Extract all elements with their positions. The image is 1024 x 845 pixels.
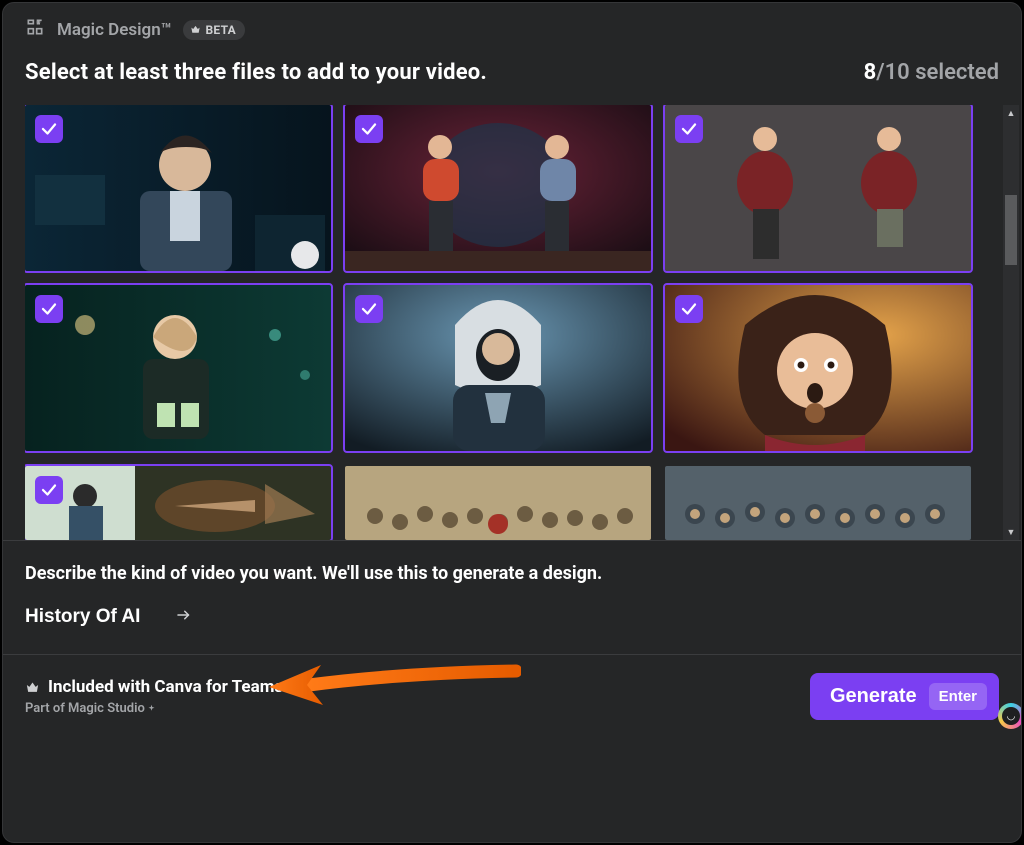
sparkle-icon [147, 704, 156, 713]
checkbox-icon [35, 295, 63, 323]
media-gallery[interactable] [25, 105, 975, 540]
media-thumb-5[interactable] [345, 285, 651, 451]
magic-design-icon [25, 17, 45, 42]
media-thumb-8[interactable] [345, 466, 651, 540]
crown-icon [25, 680, 40, 695]
included-with-label: Included with Canva for Teams [25, 677, 283, 697]
scroll-up-button[interactable]: ▲ [1003, 105, 1019, 121]
media-thumb-2[interactable] [345, 105, 651, 271]
describe-label: Describe the kind of video you want. We'… [25, 563, 999, 584]
describe-section: Describe the kind of video you want. We'… [3, 540, 1021, 654]
checkbox-icon [675, 295, 703, 323]
generate-button[interactable]: Generate Enter [810, 673, 999, 720]
scroll-thumb[interactable] [1005, 195, 1017, 265]
media-thumb-6[interactable] [665, 285, 971, 451]
arrow-right-icon [175, 606, 193, 628]
media-thumb-4[interactable] [25, 285, 331, 451]
assistant-badge[interactable]: ◡ [998, 703, 1022, 729]
gallery-scrollbar[interactable]: ▲ ▼ [1003, 105, 1019, 540]
crown-icon [190, 24, 201, 35]
checkbox-icon [35, 476, 63, 504]
panel-header: Magic Design™ BETA [3, 3, 1021, 52]
beta-badge: BETA [183, 20, 245, 40]
magic-design-panel: Magic Design™ BETA Select at least three… [2, 2, 1022, 843]
checkbox-icon [675, 115, 703, 143]
checkbox-icon [35, 115, 63, 143]
media-thumb-3[interactable] [665, 105, 971, 271]
checkbox-icon [355, 295, 383, 323]
prompt-input[interactable] [25, 606, 165, 628]
scroll-down-button[interactable]: ▼ [1003, 524, 1019, 540]
media-thumb-9[interactable] [665, 466, 971, 540]
media-thumb-7[interactable] [25, 466, 331, 540]
media-thumb-1[interactable] [25, 105, 331, 271]
panel-footer: Included with Canva for Teams Part of Ma… [3, 654, 1021, 742]
checkbox-icon [355, 115, 383, 143]
panel-title: Magic Design™ [57, 20, 171, 40]
selection-header: Select at least three files to add to yo… [3, 52, 1021, 105]
gallery-wrapper: ▲ ▼ [25, 105, 1021, 540]
selection-instruction: Select at least three files to add to yo… [25, 60, 487, 85]
enter-key-chip: Enter [929, 683, 987, 710]
selection-counter: 8/10 selected [864, 60, 999, 85]
part-of-label: Part of Magic Studio [25, 701, 283, 716]
